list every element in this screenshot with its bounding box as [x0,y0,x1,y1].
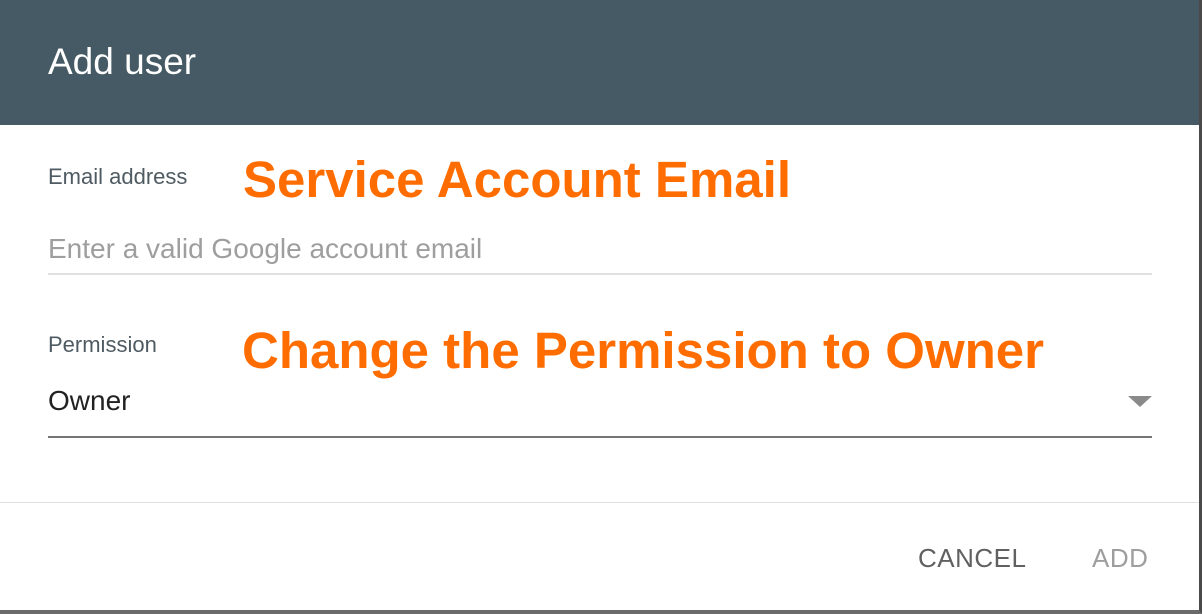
dialog-title: Add user [48,41,197,82]
permission-select[interactable]: Owner [48,380,1152,438]
arrow-drop-down-icon [1128,396,1152,407]
permission-selected-value: Owner [48,385,131,416]
email-field-label: Email address [48,164,188,189]
email-annotation: Service Account Email [243,151,792,208]
actions-divider [0,502,1199,503]
add-button[interactable]: ADD [1092,538,1148,578]
add-user-dialog: Add user Email address Service Account E… [0,0,1202,614]
dialog-header: Add user [0,0,1199,125]
permission-field-label: Permission [48,332,157,357]
cancel-button[interactable]: CANCEL [918,538,1026,578]
email-field[interactable] [48,225,1152,275]
permission-annotation: Change the Permission to Owner [242,322,1044,379]
